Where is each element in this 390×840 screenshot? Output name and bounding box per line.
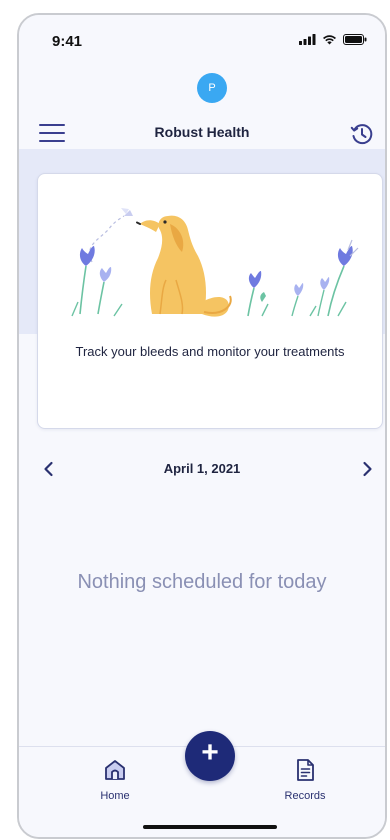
home-icon (105, 760, 125, 780)
tab-home[interactable]: Home (75, 757, 155, 802)
dog-with-flowers-illustration (71, 208, 359, 317)
home-indicator (143, 825, 277, 829)
clock-history-icon (350, 124, 373, 145)
hero-card: Track your bleeds and monitor your treat… (37, 173, 383, 429)
app-title: Robust Health (154, 124, 250, 140)
chevron-right-icon (363, 461, 372, 477)
status-time: 9:41 (52, 33, 83, 50)
tab-records[interactable]: Records (265, 757, 345, 802)
hero-caption: Track your bleeds and monitor your treat… (75, 344, 345, 359)
history-button[interactable] (349, 121, 375, 147)
wifi-icon (323, 35, 336, 45)
date-navigator: April 1, 2021 (19, 455, 385, 483)
plus-icon: + (201, 736, 219, 769)
phone-frame: 9:41 P Robust Health Track your bleeds a… (17, 13, 387, 839)
next-day-button[interactable] (355, 457, 379, 481)
tab-records-label: Records (284, 790, 326, 802)
status-bar: 9:41 (19, 15, 385, 67)
bottom-tab-bar: Home + Records (19, 731, 385, 837)
app-header: P Robust Health (19, 67, 385, 149)
status-icons (299, 34, 367, 45)
battery-icon (343, 34, 367, 45)
add-button[interactable]: + (185, 731, 235, 781)
empty-state-message: Nothing scheduled for today (77, 571, 327, 593)
avatar[interactable]: P (197, 73, 227, 103)
signal-icon (299, 34, 316, 45)
tab-home-label: Home (100, 790, 130, 802)
document-icon (297, 759, 314, 781)
current-date: April 1, 2021 (163, 461, 241, 476)
